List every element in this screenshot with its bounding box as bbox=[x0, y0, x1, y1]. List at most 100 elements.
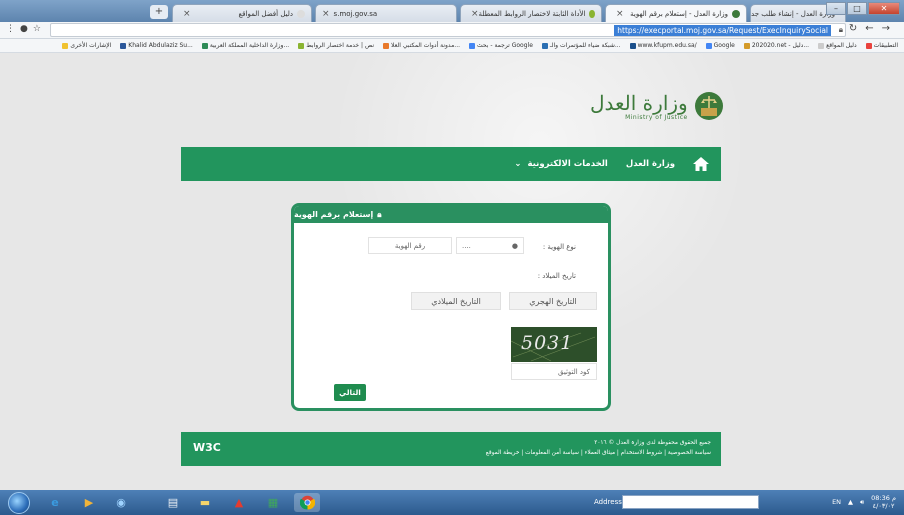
ie-icon[interactable]: e bbox=[42, 493, 68, 512]
bookmark-item[interactable]: ترجمة - بحث Google bbox=[469, 42, 533, 49]
chrome-icon[interactable] bbox=[294, 493, 320, 512]
start-button[interactable] bbox=[8, 492, 30, 514]
bookmark-favicon-icon bbox=[705, 42, 712, 49]
close-icon[interactable]: × bbox=[322, 9, 330, 19]
browser-tab-active[interactable]: وزارة العدل - إستعلام برقم الهوية × bbox=[605, 4, 747, 22]
bookmark-label: Google bbox=[713, 42, 735, 49]
nav-eservices-label: الخدمات الالكترونية bbox=[527, 159, 608, 169]
tab-favicon bbox=[297, 9, 305, 18]
captcha-label: كود التوثيق bbox=[558, 367, 590, 376]
bookmark-item[interactable]: التطبيقات bbox=[865, 42, 898, 49]
bookmark-label: ترجمة - بحث Google bbox=[477, 42, 533, 49]
bookmark-label: الإشارات الأخرى bbox=[70, 42, 112, 49]
bookmark-favicon-icon bbox=[298, 42, 305, 49]
folder-icon[interactable]: ▬ bbox=[192, 493, 218, 512]
system-tray: EN ▲ 🔊︎ 08:36 م ٤/٠٣/٠٢ bbox=[832, 494, 896, 510]
browser-menu-icons: ⋮●☆ bbox=[6, 24, 46, 34]
taskbar-address-input[interactable] bbox=[622, 495, 759, 509]
bookmark-item[interactable]: مدونة أدوات المكتبي العلا... bbox=[383, 42, 460, 49]
bookmark-item[interactable]: الإشارات الأخرى bbox=[62, 42, 111, 49]
site-logo[interactable]: وزارة العدل Ministry of Justice bbox=[590, 91, 724, 121]
footer-links[interactable]: سياسة الخصوصية | شروط الاستخدام | ميثاق … bbox=[486, 450, 711, 456]
new-tab-button[interactable]: + bbox=[150, 5, 168, 19]
w3c-logo[interactable]: W3C bbox=[193, 441, 221, 454]
minimize-button[interactable]: – bbox=[826, 2, 846, 15]
captcha-image: 5031 bbox=[511, 327, 597, 362]
chevron-down-icon: ⌄ bbox=[514, 159, 522, 169]
home-icon[interactable] bbox=[693, 157, 709, 171]
account-icon[interactable]: ● bbox=[20, 24, 33, 34]
window-controls: – □ ✕ bbox=[825, 2, 900, 15]
bookmark-item[interactable]: نص | خدمة اختصار الروابط bbox=[298, 42, 374, 49]
hijri-date-button[interactable]: التاريخ الهجري bbox=[509, 292, 597, 310]
captcha-text: 5031 bbox=[521, 332, 574, 354]
tab-title: وزارة العدل - إستعلام برقم الهوية bbox=[630, 9, 728, 18]
bookmark-item[interactable]: وزارة الداخلية المملكة العربية... bbox=[201, 42, 289, 49]
bookmark-item[interactable]: www.kfupm.edu.sa/ bbox=[629, 42, 697, 49]
url-text[interactable]: https://execportal.moj.gov.sa/Request/Ex… bbox=[614, 25, 831, 36]
next-button[interactable]: التالي bbox=[334, 384, 366, 401]
maximize-button[interactable]: □ bbox=[847, 2, 867, 15]
bookmark-item[interactable]: Khalid Abdulaziz Su... bbox=[120, 42, 193, 49]
logo-text: وزارة العدل Ministry of Justice bbox=[590, 92, 688, 121]
browser-tab[interactable]: الأداة الثابتة لاختصار الروابط المعطلة × bbox=[460, 4, 602, 22]
nav-eservices-dropdown[interactable]: الخدمات الالكترونية ⌄ bbox=[514, 159, 607, 169]
url-bar[interactable]: https://execportal.moj.gov.sa/Request/Ex… bbox=[50, 23, 846, 37]
reload-icon[interactable]: ↻ bbox=[849, 23, 865, 34]
excel-icon[interactable]: ▦ bbox=[260, 493, 286, 512]
forward-icon[interactable]: ← bbox=[865, 23, 881, 34]
bookmark-favicon-icon bbox=[818, 42, 825, 49]
star-icon[interactable]: ☆ bbox=[33, 24, 46, 34]
lock-icon[interactable]: 🔒︎ bbox=[839, 25, 843, 35]
card-header: 🔒︎ إستعلام برقم الهوية bbox=[294, 206, 608, 223]
back-icon[interactable]: → bbox=[882, 23, 898, 34]
captcha-input[interactable]: كود التوثيق bbox=[511, 363, 597, 380]
menu-icon[interactable]: ⋮ bbox=[6, 24, 20, 34]
inquiry-card: 🔒︎ إستعلام برقم الهوية نوع الهوية : ....… bbox=[291, 203, 611, 411]
taskbar-address-label: Address bbox=[594, 498, 622, 506]
browser-tab[interactable]: دليل أفضل المواقع × bbox=[172, 4, 312, 22]
bookmark-label: التطبيقات bbox=[873, 42, 898, 49]
site-footer: W3C جميع الحقوق محفوظة لدى وزارة العدل ©… bbox=[181, 432, 721, 466]
web-page: وزارة العدل Ministry of Justice وزارة ال… bbox=[0, 53, 904, 490]
gregorian-date-button[interactable]: التاريخ الميلادي bbox=[411, 292, 501, 310]
window-close-button[interactable]: ✕ bbox=[868, 2, 900, 15]
dropdown-dots: .... bbox=[462, 241, 471, 250]
tab-favicon bbox=[589, 9, 595, 18]
clock-time: 08:36 م bbox=[871, 494, 896, 502]
bookmark-label: www.kfupm.edu.sa/ bbox=[637, 42, 697, 49]
close-icon[interactable]: × bbox=[471, 9, 479, 19]
pdf-icon[interactable]: ▲ bbox=[226, 493, 252, 512]
network-icon[interactable]: ▲ bbox=[848, 498, 853, 506]
close-icon[interactable]: × bbox=[183, 9, 191, 19]
id-type-value[interactable]: رقم الهوية bbox=[368, 237, 452, 254]
browser-tab[interactable]: × s.moj.gov.sa bbox=[315, 4, 457, 22]
bookmark-item[interactable]: دليل المواقع bbox=[818, 42, 857, 49]
chrome-logo-icon bbox=[299, 495, 315, 510]
bookmark-item[interactable]: Google bbox=[705, 42, 735, 49]
tab-title: وزارة العدل - إنشاء طلب جديد bbox=[750, 9, 835, 18]
language-indicator[interactable]: EN bbox=[832, 498, 841, 506]
media-icon[interactable]: ▶ bbox=[76, 493, 102, 512]
bookmark-item[interactable]: 202020.net - دليل... bbox=[743, 42, 809, 49]
taskbar-clock[interactable]: 08:36 م ٤/٠٣/٠٢ bbox=[871, 494, 896, 510]
footer-copyright: جميع الحقوق محفوظة لدى وزارة العدل © ٢٠١… bbox=[594, 440, 711, 446]
bookmark-favicon-icon bbox=[383, 42, 389, 49]
bookmarks-bar: التطبيقات دليل المواقع 202020.net - دليل..… bbox=[0, 39, 904, 53]
app-icon[interactable]: ◉ bbox=[108, 493, 134, 512]
tab-title: دليل أفضل المواقع bbox=[238, 9, 293, 18]
bookmark-favicon-icon bbox=[120, 42, 127, 49]
bookmark-label: مدونة أدوات المكتبي العلا... bbox=[391, 42, 461, 49]
close-icon[interactable]: × bbox=[616, 9, 624, 19]
id-type-dropdown[interactable]: .... ● bbox=[456, 237, 524, 254]
main-navbar: وزارة العدل الخدمات الالكترونية ⌄ bbox=[181, 147, 721, 181]
bookmark-favicon-icon bbox=[865, 42, 872, 49]
bookmark-item[interactable]: شبكة ضياء للمؤتمرات والـ... bbox=[541, 42, 621, 49]
nav-ministry-link[interactable]: وزارة العدل bbox=[626, 159, 675, 169]
id-type-label: نوع الهوية : bbox=[542, 243, 576, 251]
volume-icon[interactable]: 🔊︎ bbox=[860, 498, 864, 507]
notepad-icon[interactable]: ▤ bbox=[160, 493, 186, 512]
radio-dot-icon[interactable]: ● bbox=[512, 242, 518, 250]
bookmark-label: Khalid Abdulaziz Su... bbox=[128, 42, 193, 49]
bookmark-favicon-icon bbox=[62, 42, 69, 49]
